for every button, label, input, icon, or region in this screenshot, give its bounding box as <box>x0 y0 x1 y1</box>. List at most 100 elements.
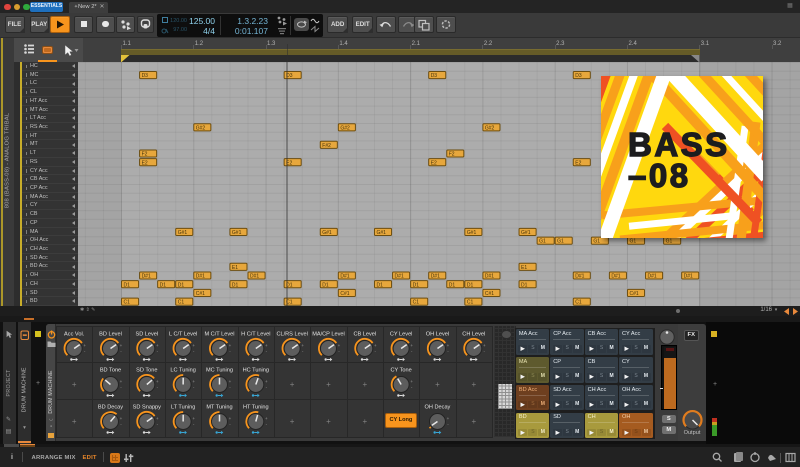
svg-text:D3: D3 <box>575 73 582 79</box>
svg-text:G1: G1 <box>629 239 636 245</box>
svg-text:-: - <box>157 385 159 390</box>
svg-text:D1: D1 <box>521 282 528 288</box>
svg-text:BD Tone: BD Tone <box>100 368 121 374</box>
svg-text:MT Tuning: MT Tuning <box>206 405 232 411</box>
svg-text:+: + <box>338 343 341 348</box>
svg-text:L C/T Level: L C/T Level <box>169 332 197 338</box>
svg-text:D#1: D#1 <box>250 274 259 280</box>
svg-text:D1: D1 <box>232 282 239 288</box>
svg-text:-: - <box>229 385 231 390</box>
svg-text:-: - <box>193 349 195 354</box>
svg-text:-: - <box>84 349 86 354</box>
svg-text:F#2: F#2 <box>322 143 331 149</box>
svg-text:D#1: D#1 <box>684 274 693 280</box>
svg-text:D#1: D#1 <box>485 274 494 280</box>
svg-text:D#1: D#1 <box>142 274 151 280</box>
svg-text:MC Tuning: MC Tuning <box>206 368 233 374</box>
svg-text:+: + <box>410 379 413 384</box>
svg-text:D1: D1 <box>413 282 420 288</box>
svg-text:+: + <box>120 379 123 384</box>
svg-text:-: - <box>229 422 231 427</box>
svg-text:+: + <box>435 380 440 389</box>
svg-text:+: + <box>72 417 77 426</box>
svg-text:C#1: C#1 <box>485 291 494 297</box>
svg-text:D#1: D#1 <box>395 274 404 280</box>
svg-text:-: - <box>411 385 413 390</box>
svg-text:G1: G1 <box>593 239 600 245</box>
svg-text:+: + <box>362 380 367 389</box>
svg-text:-: - <box>120 385 122 390</box>
svg-text:C1: C1 <box>413 300 420 306</box>
svg-text:+: + <box>447 343 450 348</box>
svg-text:CB Level: CB Level <box>353 332 376 338</box>
svg-text:D1: D1 <box>467 282 474 288</box>
svg-text:+: + <box>120 343 123 348</box>
svg-text:G1: G1 <box>666 239 673 245</box>
svg-text:SD Tone: SD Tone <box>136 368 157 374</box>
svg-text:+: + <box>301 343 304 348</box>
svg-text:+: + <box>229 416 232 421</box>
svg-text:LT Tuning: LT Tuning <box>171 405 195 411</box>
svg-text:SD Level: SD Level <box>135 332 158 338</box>
svg-text:-: - <box>484 349 486 354</box>
svg-text:-: - <box>120 422 122 427</box>
svg-text:+: + <box>156 379 159 384</box>
svg-text:+: + <box>192 416 195 421</box>
svg-text:-: - <box>157 349 159 354</box>
svg-text:BD Decay: BD Decay <box>98 405 123 411</box>
svg-text:G#1: G#1 <box>376 230 386 236</box>
svg-text:-: - <box>302 349 304 354</box>
svg-text:D3: D3 <box>431 73 438 79</box>
svg-text:G#2: G#2 <box>196 125 206 131</box>
svg-text:D#1: D#1 <box>575 274 584 280</box>
svg-text:E1: E1 <box>232 265 238 271</box>
svg-text:+: + <box>290 417 295 426</box>
svg-text:+: + <box>471 380 476 389</box>
svg-text:-: - <box>120 349 122 354</box>
svg-text:CY Level: CY Level <box>390 332 413 338</box>
svg-text:+: + <box>192 343 195 348</box>
svg-text:+: + <box>290 380 295 389</box>
svg-text:D1: D1 <box>449 282 456 288</box>
svg-text:HT Tuning: HT Tuning <box>243 405 269 411</box>
svg-text:OH Level: OH Level <box>426 332 449 338</box>
svg-text:+: + <box>410 343 413 348</box>
svg-text:C#1: C#1 <box>629 291 638 297</box>
svg-text:D1: D1 <box>124 282 131 288</box>
svg-text:BD Level: BD Level <box>99 332 122 338</box>
svg-text:+: + <box>483 343 486 348</box>
svg-text:-: - <box>229 349 231 354</box>
svg-text:CY Tone: CY Tone <box>391 368 412 374</box>
svg-text:D#1: D#1 <box>196 274 205 280</box>
svg-text:–08: –08 <box>628 157 691 194</box>
svg-text:+: + <box>192 379 195 384</box>
svg-text:CL/RS Level: CL/RS Level <box>276 332 307 338</box>
svg-text:D1: D1 <box>376 282 383 288</box>
svg-text:G1: G1 <box>539 239 546 245</box>
svg-text:D1: D1 <box>322 282 329 288</box>
svg-text:H C/T Level: H C/T Level <box>241 332 270 338</box>
svg-text:G#1: G#1 <box>322 230 332 236</box>
svg-text:E2: E2 <box>142 160 148 166</box>
svg-text:-: - <box>266 422 268 427</box>
svg-text:D#1: D#1 <box>611 274 620 280</box>
svg-text:+: + <box>120 416 123 421</box>
svg-text:+: + <box>326 380 331 389</box>
svg-text:E1: E1 <box>521 265 527 271</box>
svg-text:C1: C1 <box>178 300 185 306</box>
svg-text:G#1: G#1 <box>467 230 477 236</box>
svg-text:+: + <box>229 343 232 348</box>
svg-text:+: + <box>471 417 476 426</box>
svg-text:D1: D1 <box>178 282 185 288</box>
svg-text:E2: E2 <box>575 160 581 166</box>
svg-text:G#2: G#2 <box>485 125 495 131</box>
svg-text:CH Level: CH Level <box>462 332 485 338</box>
svg-text:-: - <box>193 385 195 390</box>
svg-text:-: - <box>266 385 268 390</box>
svg-text:C1: C1 <box>124 300 131 306</box>
svg-text:MA/CP Level: MA/CP Level <box>312 332 345 338</box>
svg-text:Acc Vol.: Acc Vol. <box>64 332 85 338</box>
svg-text:-: - <box>411 349 413 354</box>
svg-text:OH Decay: OH Decay <box>425 405 451 411</box>
svg-text:G1: G1 <box>557 239 564 245</box>
